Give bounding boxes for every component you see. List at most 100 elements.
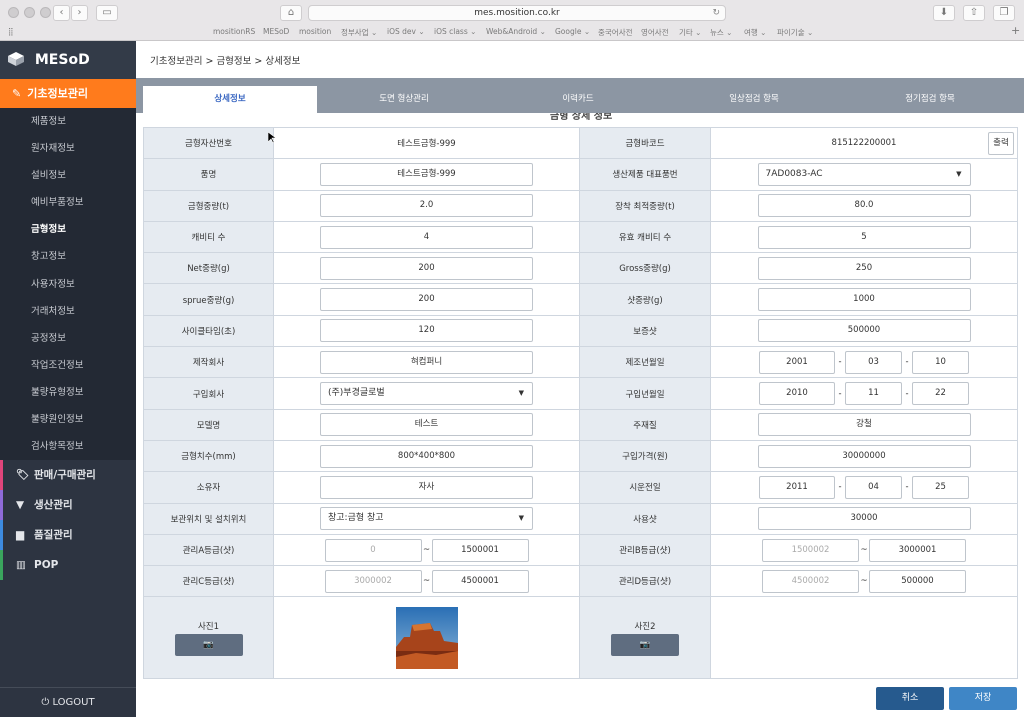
tab-detail[interactable]: 상세정보 — [143, 86, 317, 113]
trial-month-input[interactable]: 04 — [845, 475, 902, 499]
model-input[interactable]: 테스트 — [320, 413, 533, 437]
grade-a-from-input[interactable]: 0 — [324, 538, 422, 562]
tab-periodic-check[interactable]: 정기점검 항목 — [843, 86, 1017, 113]
sidebar-item-mold[interactable]: 금형정보 — [0, 216, 136, 244]
photo1-image[interactable] — [395, 606, 458, 669]
save-button[interactable]: 저장 — [949, 687, 1017, 710]
buy-year-input[interactable]: 2010 — [759, 382, 835, 406]
menu-pop[interactable]: ▥ POP — [0, 550, 136, 581]
field-label: Gross중량(g) — [579, 252, 711, 285]
used-shot-input[interactable]: 30000 — [757, 507, 971, 531]
sidebar-item-client[interactable]: 거래처정보 — [0, 297, 136, 325]
bookmark-item[interactable]: 중국어사전 — [598, 27, 633, 38]
sidebar-item-defect-cause[interactable]: 불량원인정보 — [0, 406, 136, 434]
owner-input[interactable]: 자사 — [320, 475, 533, 499]
tab-drawing[interactable]: 도면 형상관리 — [317, 86, 491, 113]
sidebar-item-material[interactable]: 원자재정보 — [0, 135, 136, 163]
logout-button[interactable]: ⏻ LOGOUT — [0, 687, 136, 717]
cavity-input[interactable]: 4 — [320, 225, 533, 249]
bookmark-item[interactable]: Web&Android ⌄ — [486, 27, 546, 36]
bookmark-item[interactable]: 기타 ⌄ — [679, 27, 701, 38]
trial-day-input[interactable]: 25 — [912, 475, 969, 499]
mfg-day-input[interactable]: 10 — [912, 350, 969, 374]
buyer-select[interactable]: (주)부경글로벌 ▼ — [320, 382, 533, 406]
sidebar-item-defect-type[interactable]: 불량유형정보 — [0, 378, 136, 407]
bookmark-item[interactable]: MESoD — [263, 27, 289, 36]
zoom-window-button[interactable] — [40, 7, 51, 18]
grade-b-to-input[interactable]: 3000001 — [869, 538, 966, 562]
effective-cavity-input[interactable]: 5 — [757, 225, 971, 249]
address-bar[interactable]: mes.mosition.co.kr ↻ — [308, 5, 726, 21]
shot-weight-input[interactable]: 1000 — [757, 288, 971, 312]
location-select[interactable]: 창고:금형 창고 ▼ — [320, 507, 533, 531]
bookmark-item[interactable]: Google ⌄ — [555, 27, 590, 36]
grade-a-to-input[interactable]: 1500001 — [431, 538, 529, 562]
gross-weight-input[interactable]: 250 — [757, 256, 971, 280]
buy-month-input[interactable]: 11 — [845, 382, 902, 406]
minimize-window-button[interactable] — [24, 7, 35, 18]
tab-history-card[interactable]: 이력카드 — [491, 86, 665, 113]
photo1-camera-button[interactable]: 📷 — [174, 633, 243, 656]
sidebar-item-equipment[interactable]: 설비정보 — [0, 162, 136, 190]
print-button[interactable]: 출력 — [988, 132, 1014, 155]
menu-production[interactable]: ▼ 생산관리 — [0, 490, 136, 521]
bookmark-item[interactable]: 파이기술 ⌄ — [777, 27, 813, 38]
cycle-time-input[interactable]: 120 — [320, 319, 533, 343]
sidebar-item-work-condition[interactable]: 작업조건정보 — [0, 351, 136, 379]
bookmark-item[interactable]: mosition — [299, 27, 331, 36]
bookmark-item[interactable]: 뉴스 ⌄ — [710, 27, 732, 38]
sidebar-item-process[interactable]: 공정정보 — [0, 324, 136, 352]
sidebar-item-warehouse[interactable]: 창고정보 — [0, 243, 136, 271]
share-button[interactable]: ⇧ — [963, 5, 985, 21]
product-name-input[interactable]: 테스트금형-999 — [320, 162, 533, 186]
photo2-camera-button[interactable]: 📷 — [611, 633, 679, 656]
maker-input[interactable]: 혀컴퍼니 — [320, 350, 533, 374]
price-input[interactable]: 30000000 — [757, 444, 971, 468]
bookmark-item[interactable]: mositionRS — [213, 27, 255, 36]
bookmark-item[interactable]: 정부사업 ⌄ — [341, 27, 377, 38]
chevron-left-icon: ‹ — [59, 7, 64, 18]
bookmark-item[interactable]: iOS class ⌄ — [434, 27, 476, 36]
shot-weight-cell: 1000 — [710, 283, 1018, 316]
net-weight-input[interactable]: 200 — [320, 256, 533, 280]
back-button[interactable]: ‹ — [53, 5, 70, 21]
menu-sales[interactable]: 🏷 판매/구매관리 — [0, 460, 136, 491]
menu-quality[interactable]: ▆ 품질관리 — [0, 520, 136, 551]
home-button[interactable]: ⌂ — [280, 5, 302, 21]
sidebar-item-spare-parts[interactable]: 예비부품정보 — [0, 189, 136, 217]
downloads-button[interactable]: ⬇ — [933, 5, 955, 21]
buy-day-input[interactable]: 22 — [912, 382, 969, 406]
bookmark-item[interactable]: 여행 ⌄ — [744, 27, 766, 38]
mold-weight-input[interactable]: 2.0 — [320, 194, 533, 218]
add-bookmark-icon[interactable]: + — [1011, 24, 1020, 37]
grade-c-from-input[interactable]: 3000002 — [324, 569, 422, 593]
sprue-weight-input[interactable]: 200 — [320, 288, 533, 312]
grade-d-from-input[interactable]: 4500002 — [762, 569, 859, 593]
bookmark-item[interactable]: iOS dev ⌄ — [387, 27, 425, 36]
sidebar-item-user[interactable]: 사용자정보 — [0, 270, 136, 298]
sidebar-toggle-button[interactable]: ▭ — [96, 5, 118, 21]
menu-basic-info[interactable]: ✎ 기초정보관리 — [0, 79, 136, 108]
app-logo[interactable]: MESoD — [0, 41, 136, 79]
sidebar-item-product[interactable]: 제품정보 — [0, 108, 136, 136]
material-input[interactable]: 강철 — [757, 413, 971, 437]
close-window-button[interactable] — [8, 7, 19, 18]
tabs-overview-button[interactable]: ❐ — [993, 5, 1015, 21]
trial-year-input[interactable]: 2011 — [759, 475, 835, 499]
mfg-month-input[interactable]: 03 — [845, 350, 902, 374]
mount-weight-input[interactable]: 80.0 — [757, 194, 971, 218]
grade-b-from-input[interactable]: 1500002 — [762, 538, 859, 562]
reload-icon[interactable]: ↻ — [712, 6, 720, 20]
mold-size-input[interactable]: 800*400*800 — [320, 444, 533, 468]
sidebar-item-inspection[interactable]: 검사항목정보 — [0, 433, 136, 461]
rep-part-select[interactable]: 7AD0083-AC ▼ — [757, 162, 971, 186]
bookmark-item[interactable]: 영어사전 — [641, 27, 669, 38]
grade-c-to-input[interactable]: 4500001 — [431, 569, 529, 593]
guarantee-shot-input[interactable]: 500000 — [757, 319, 971, 343]
tab-daily-check[interactable]: 일상점검 항목 — [665, 86, 843, 113]
mfg-year-input[interactable]: 2001 — [759, 350, 835, 374]
apps-grid-icon[interactable]: ⣿ — [8, 27, 14, 36]
cancel-button[interactable]: 취소 — [876, 687, 944, 710]
grade-d-to-input[interactable]: 500000 — [869, 569, 966, 593]
forward-button[interactable]: › — [71, 5, 88, 21]
